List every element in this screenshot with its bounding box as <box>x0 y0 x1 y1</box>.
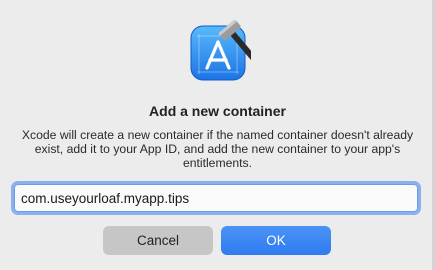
dialog-message: Xcode will create a new container if the… <box>21 128 414 170</box>
ok-button[interactable]: OK <box>221 226 331 255</box>
cancel-button[interactable]: Cancel <box>103 226 213 255</box>
container-name-input[interactable] <box>14 184 418 212</box>
xcode-app-icon <box>189 19 262 82</box>
dialog-title: Add a new container <box>149 103 286 119</box>
container-field-focus-ring <box>14 184 418 212</box>
add-container-dialog: Add a new container Xcode will create a … <box>0 0 435 270</box>
